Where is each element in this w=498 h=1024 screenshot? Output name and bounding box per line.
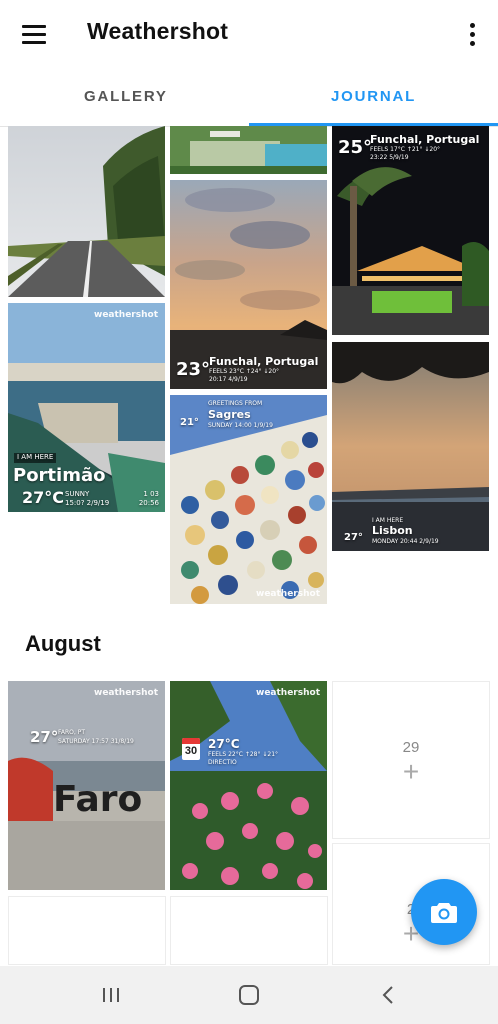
tag-label: I AM HERE: [14, 453, 57, 463]
photo-portimao[interactable]: weathershot I AM HERE Portimão 27°C SUNN…: [8, 303, 165, 512]
watermark: weathershot: [256, 688, 320, 698]
photo-funchal-night[interactable]: 25° Funchal, Portugal FEELS 17°C ↑21° ↓2…: [332, 126, 489, 335]
temperature-label: 23°: [176, 359, 211, 380]
temperature-label: 27°: [344, 532, 363, 543]
extra-label-1: 1 03: [143, 490, 159, 498]
city-label: Lisbon: [372, 524, 413, 537]
time-label: SUNDAY 14:00 1/9/19: [208, 422, 273, 429]
photo-sagres[interactable]: GREETINGS FROM 21° Sagres SUNDAY 14:00 1…: [170, 395, 327, 604]
tab-gallery[interactable]: GALLERY: [84, 88, 168, 105]
city-label: Portimão: [13, 465, 106, 486]
menu-icon[interactable]: [14, 16, 54, 52]
month-header: August: [25, 631, 101, 656]
app-bar: Weathershot: [0, 0, 498, 66]
watermark: weathershot: [94, 688, 158, 698]
faro-photo-image: Faro: [8, 681, 165, 890]
temperature-label: 27°C: [22, 488, 65, 507]
home-icon[interactable]: [229, 980, 269, 1010]
system-nav-bar: [0, 966, 498, 1024]
back-icon[interactable]: [368, 980, 408, 1010]
photo-funchal-sunset[interactable]: 23° Funchal, Portugal FEELS 23°C ↑24° ↓2…: [170, 180, 327, 389]
camera-fab-button[interactable]: [411, 879, 477, 945]
partial-tile-2[interactable]: [170, 896, 328, 965]
calendar-badge: 30: [182, 738, 200, 760]
photo-pool[interactable]: [170, 126, 327, 174]
partial-tile-1[interactable]: [8, 896, 166, 965]
add-icon[interactable]: +: [333, 756, 489, 788]
road-photo-image: [8, 126, 165, 297]
time-label: 23:22 5/9/19: [370, 154, 409, 161]
tab-journal[interactable]: JOURNAL: [331, 88, 416, 105]
photo-faro[interactable]: Faro weathershot 27° FARO, PT SATURDAY 1…: [8, 681, 165, 890]
time-label: MONDAY 20:44 2/9/19: [372, 538, 439, 545]
photo-lisbon[interactable]: I AM HERE 27° Lisbon MONDAY 20:44 2/9/19: [332, 342, 489, 551]
day-number: 29: [402, 739, 420, 756]
empty-day-29[interactable]: 29 +: [332, 681, 490, 839]
more-options-icon[interactable]: [460, 20, 484, 48]
time-label: 15:0? 2/9/19: [65, 499, 110, 507]
watermark: weathershot: [94, 310, 158, 320]
greeting-label: GREETINGS FROM: [208, 400, 263, 407]
feels-label: FEELS 17°C ↑21° ↓20°: [370, 146, 441, 153]
temperature-label: 27°C: [208, 737, 240, 751]
time-label: 20:17 4/9/19: [209, 376, 248, 383]
photo-flowers[interactable]: weathershot 30 27°C FEELS 22°C ↑28° ↓21°…: [170, 681, 327, 890]
city-label: Sagres: [208, 408, 251, 421]
camera-icon: [431, 903, 457, 923]
flowers-photo-image: [170, 681, 327, 890]
temperature-label: 21°: [180, 417, 199, 428]
city-label: Funchal, Portugal: [370, 133, 480, 146]
feels-label: FEELS 22°C ↑28° ↓21°: [208, 751, 279, 758]
faro-sign-text: Faro: [53, 779, 142, 820]
tab-bar: GALLERY JOURNAL: [0, 66, 498, 127]
location-label: FARO, PT: [58, 729, 85, 736]
extra-label-2: 20:56: [138, 499, 159, 507]
temperature-label: 27°: [30, 728, 59, 746]
feels-label: FEELS 23°C ↑24° ↓20°: [209, 368, 280, 375]
temperature-label: 25°: [338, 137, 373, 158]
condition-label: SUNNY: [65, 490, 90, 498]
app-title: Weathershot: [87, 18, 229, 44]
condition-label: DIRECTIO: [208, 759, 237, 766]
city-label: Funchal, Portugal: [209, 355, 319, 368]
watermark: weathershot: [256, 589, 320, 599]
photo-road[interactable]: [8, 126, 165, 297]
pool-photo-image: [170, 126, 327, 174]
lisbon-photo-image: [332, 342, 489, 551]
recent-apps-icon[interactable]: [91, 980, 131, 1010]
calendar-day: 30: [184, 745, 198, 757]
time-label: SATURDAY 17:57 31/8/19: [58, 738, 134, 745]
